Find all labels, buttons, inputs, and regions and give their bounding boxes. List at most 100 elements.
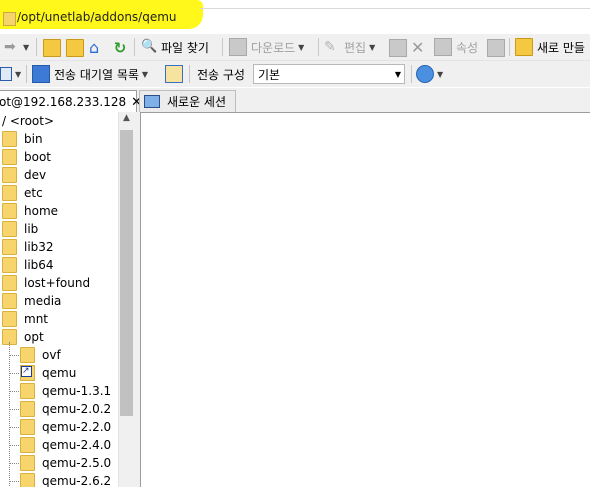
globe-icon: [416, 65, 434, 83]
new-button[interactable]: 새로 만들: [515, 36, 585, 58]
transfer-settings-value: 기본: [258, 67, 281, 82]
session-tab-label: ot@192.168.233.128: [0, 95, 127, 109]
scrollbar-thumb[interactable]: [120, 130, 133, 416]
chevron-down-icon: ▼: [369, 42, 376, 52]
tree-folder[interactable]: qemu-2.4.0: [20, 436, 111, 454]
tree-folder[interactable]: dev: [2, 166, 46, 184]
grid-view-icon: [0, 67, 12, 81]
root-folder-icon: [66, 39, 84, 57]
tree-folder[interactable]: lib32: [2, 238, 54, 256]
folder-icon: [2, 185, 17, 201]
transfer-settings-select[interactable]: 기본 ▼: [253, 64, 405, 84]
folder-icon: [20, 419, 35, 435]
folder-icon: [20, 383, 35, 399]
permissions-icon: [487, 39, 505, 57]
transfer-options-button[interactable]: ▼: [416, 63, 443, 85]
transfer-toolbar: ▼ 전송 대기열 목록 ▼ 전송 구성 기본 ▼ ▼: [0, 61, 590, 87]
transfer-queue-button[interactable]: 전송 대기열 목록 ▼: [32, 63, 148, 85]
parent-directory-button[interactable]: [43, 37, 61, 59]
tree-root[interactable]: / <root>: [2, 112, 54, 130]
tree-folder[interactable]: mnt: [2, 310, 48, 328]
new-session-tab-label: 새로운 세션: [167, 95, 227, 109]
tree-folder[interactable]: etc: [2, 184, 43, 202]
chevron-down-icon: ▼: [394, 69, 402, 79]
toolbar-divider: [318, 38, 319, 56]
tree-folder[interactable]: lib64: [2, 256, 54, 274]
edit-button[interactable]: ✎ 편집 ▼: [324, 36, 375, 58]
view-toggle-button[interactable]: ▼: [0, 63, 21, 85]
refresh-button[interactable]: ↻: [112, 37, 128, 59]
tree-folder[interactable]: qemu-2.2.0: [20, 418, 111, 436]
toolbar-divider: [189, 65, 190, 83]
current-path[interactable]: /opt/unetlab/addons/qemu: [17, 10, 177, 24]
tree-folder-label: ovf: [42, 348, 61, 362]
tree-folder-label: lib: [24, 222, 39, 236]
toolbar-divider: [36, 38, 37, 56]
home-icon: ⌂: [89, 38, 100, 57]
parent-folder-icon: [43, 39, 61, 57]
tab-session[interactable]: ot@192.168.233.128 ✕: [0, 90, 142, 113]
root-directory-button[interactable]: [66, 37, 84, 59]
tree-folder-label: dev: [24, 168, 47, 182]
folder-icon: [2, 203, 17, 219]
find-files-button[interactable]: 🔍 파일 찾기: [141, 36, 209, 58]
chevron-down-icon: ▼: [23, 42, 30, 52]
tree-folder-label: qemu-2.0.2: [42, 402, 112, 416]
tab-new-session[interactable]: 새로운 세션: [139, 90, 236, 112]
tree-folder[interactable]: qemu-2.6.2: [20, 472, 111, 487]
pencil-icon: ✎: [324, 39, 336, 55]
download-button[interactable]: 다운로드 ▼: [229, 36, 304, 58]
tree-folder-label: opt: [24, 330, 44, 344]
move-button[interactable]: [389, 37, 407, 59]
tree-connector-branch: [10, 409, 19, 411]
tree-folder-label: qemu-2.2.0: [42, 420, 112, 434]
transfer-queue-label: 전송 대기열 목록: [54, 67, 139, 82]
file-list-pane[interactable]: [141, 113, 590, 487]
transfer-settings-label: 전송 구성: [197, 68, 245, 82]
folder-icon: [2, 149, 17, 165]
toolbar-divider: [411, 65, 412, 83]
folder-icon: [2, 257, 17, 273]
remote-directory-tree: / <root> bin boot dev etc home lib lib32 lib64 lo…: [0, 112, 136, 487]
tree-folder[interactable]: ovf: [20, 346, 61, 364]
tree-folder-label: mnt: [24, 312, 48, 326]
forward-button[interactable]: ➡ ▼: [4, 36, 29, 58]
home-button[interactable]: ⌂: [89, 37, 105, 59]
folder-icon: [2, 221, 17, 237]
search-icon: 🔍: [141, 39, 158, 54]
find-files-label: 파일 찾기: [161, 40, 209, 55]
tree-folder[interactable]: qemu-2.0.2: [20, 400, 111, 418]
tree-root-label: / <root>: [2, 114, 55, 128]
monitor-icon: [144, 95, 160, 108]
chevron-down-icon: ▼: [15, 69, 22, 79]
tree-folder[interactable]: qemu-1.3.1: [20, 382, 111, 400]
tree-folder-label: qemu: [42, 366, 77, 380]
tree-folder[interactable]: bin: [2, 130, 43, 148]
permissions-button[interactable]: [487, 37, 505, 59]
tree-folder-label: boot: [24, 150, 52, 164]
session-tab-bar: ot@192.168.233.128 ✕ 새로운 세션: [0, 88, 590, 113]
folder-icon: [20, 437, 35, 453]
tree-folder[interactable]: qemu-2.5.0: [20, 454, 111, 472]
folder-icon: [2, 311, 17, 327]
tree-folder[interactable]: boot: [2, 148, 51, 166]
chevron-down-icon: ▼: [437, 69, 444, 79]
tree-folder[interactable]: qemu: [20, 364, 76, 382]
tree-connector-branch: [10, 481, 19, 483]
scroll-up-arrow-icon[interactable]: ▲: [118, 113, 135, 129]
path-bar: /opt/unetlab/addons/qemu: [0, 0, 590, 34]
new-folder-icon: [515, 38, 533, 56]
new-label: 새로 만들: [537, 40, 585, 55]
tree-folder-label: lib32: [24, 240, 54, 254]
tree-connector-branch: [10, 445, 19, 447]
tree-folder[interactable]: lib: [2, 220, 38, 238]
folder-icon: [2, 293, 17, 309]
tree-folder[interactable]: lost+found: [2, 274, 90, 292]
move-icon: [389, 39, 407, 57]
tree-folder[interactable]: media: [2, 292, 61, 310]
delete-button[interactable]: ✕: [411, 37, 427, 59]
sync-browse-icon: [165, 65, 183, 83]
sync-browse-button[interactable]: [165, 63, 183, 85]
tree-folder[interactable]: home: [2, 202, 58, 220]
properties-button[interactable]: 속성: [434, 36, 478, 58]
